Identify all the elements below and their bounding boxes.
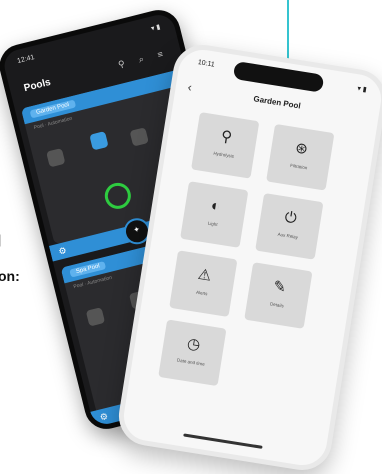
tile-light[interactable]: ◐ Light (180, 181, 249, 248)
tile-details[interactable]: ✎ Details (244, 262, 313, 329)
device-icon[interactable] (85, 307, 106, 327)
tile-label: Alerts (195, 289, 208, 297)
page-title: Pools (22, 76, 52, 95)
toggle-icon: ⏻ (283, 208, 298, 228)
connector-line (287, 0, 289, 60)
clock-icon: ◷ (185, 334, 202, 354)
tile-label: Details (269, 301, 285, 309)
side-text-line2: on: (0, 268, 20, 284)
device-icon[interactable] (129, 127, 149, 147)
device-icon[interactable] (89, 131, 109, 151)
tile-label: Light (207, 220, 218, 228)
tile-aux-relay[interactable]: ⏻ Aux Relay (255, 193, 324, 260)
side-text-line1: | (0, 232, 1, 247)
status-time: 12:41 (16, 54, 36, 66)
device-icon[interactable] (46, 148, 66, 168)
tile-label: Aux Relay (277, 231, 299, 240)
bell-icon: ⚠ (196, 265, 213, 285)
tile-date-time[interactable]: ◷ Date and time (158, 319, 227, 387)
tile-label: Hydrolysis (213, 150, 235, 159)
gear-icon[interactable]: ⚙ (57, 245, 67, 258)
tile-label: Date and time (176, 357, 206, 367)
pencil-icon: ✎ (272, 277, 288, 297)
filtration-icon: ⊛ (294, 139, 310, 159)
tile-alerts[interactable]: ⚠ Alerts (169, 250, 238, 317)
tile-label: Filtration (289, 162, 308, 171)
status-icons: ▾ ▮ (356, 85, 368, 94)
status-time: 10:11 (197, 59, 216, 69)
home-indicator[interactable] (183, 433, 263, 449)
status-icons: ▾ ▮ (150, 23, 162, 33)
header-icons[interactable]: ⚲ ⌕ ≡ (117, 47, 170, 70)
gauge-ring[interactable] (102, 180, 134, 212)
tile-filtration[interactable]: ⊛ Filtration (266, 123, 335, 191)
hydrolysis-icon: ⚲ (219, 127, 234, 147)
notch (232, 60, 325, 93)
tile-hydrolysis[interactable]: ⚲ Hydrolysis (191, 112, 260, 179)
gear-icon[interactable]: ⚙ (99, 411, 109, 424)
light-icon: ◐ (209, 196, 222, 216)
